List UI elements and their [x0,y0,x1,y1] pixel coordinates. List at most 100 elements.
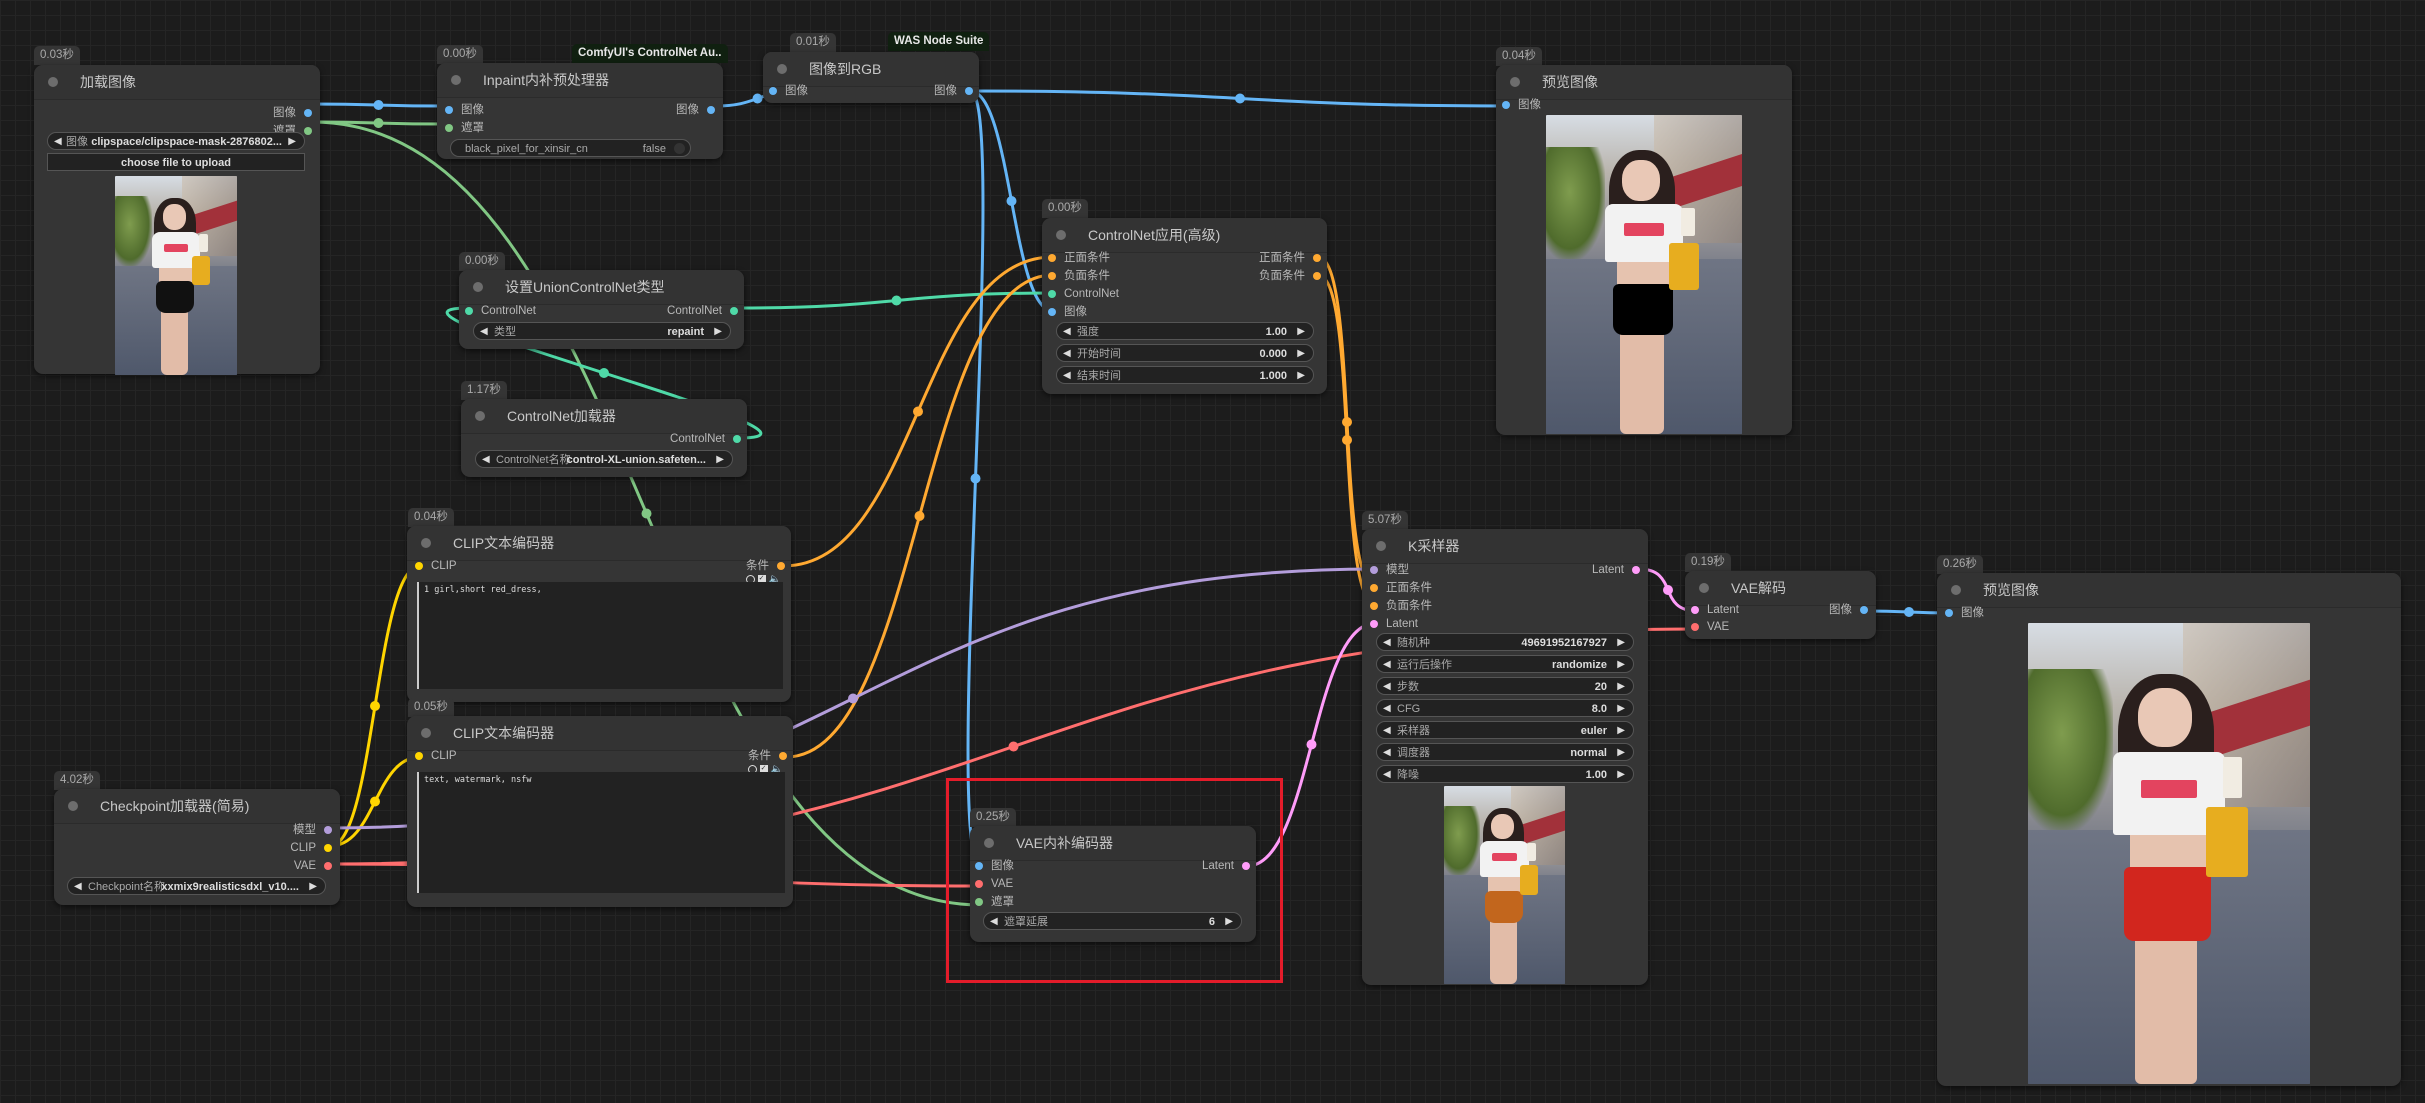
input-slot-positive[interactable]: 正面条件 [1048,250,1110,266]
wire-midpoint-handle[interactable] [891,295,902,306]
steps-widget[interactable]: ◀ 步数 20 ▶ [1376,677,1634,695]
node-title[interactable]: CLIP文本编码器 [407,526,791,561]
wire-midpoint-handle[interactable] [913,406,923,417]
input-slot-clip[interactable]: CLIP [415,558,457,574]
output-slot-image[interactable]: 图像 [273,105,312,121]
node-title[interactable]: CLIP文本编码器 [407,716,793,751]
wire-midpoint-handle[interactable] [914,511,925,521]
input-slot-latent[interactable]: Latent [1691,602,1739,618]
strength-widget[interactable]: ◀ 强度 1.00 ▶ [1056,322,1314,340]
node-controlnet-loader[interactable]: ControlNet加载器 ControlNet ◀ ControlNet名称 c… [461,399,747,477]
seed-widget[interactable]: ◀ 随机种 49691952167927 ▶ [1376,633,1634,651]
node-vae-decode[interactable]: VAE解码 Latent VAE 图像 [1685,571,1876,639]
collapse-dot-icon[interactable] [421,538,431,548]
controlnet-name-select-widget[interactable]: ◀ ControlNet名称 control-XL-union.safeten..… [475,450,733,468]
node-title[interactable]: Checkpoint加载器(简易) [54,789,340,824]
input-slot-vae[interactable]: VAE [1691,619,1729,635]
input-slot-model[interactable]: 模型 [1370,562,1409,578]
node-title[interactable]: 预览图像 [1937,573,2401,608]
output-slot-image[interactable]: 图像 [1829,602,1868,618]
wire-midpoint-handle[interactable] [848,693,858,704]
output-slot-conditioning[interactable]: 条件 [748,748,787,764]
node-clip-text-encode-positive[interactable]: CLIP文本编码器 CLIP 条件 ✓ 🔈 1 girl,short red_dr… [407,526,791,702]
wire-midpoint-handle[interactable] [752,93,763,104]
input-slot-negative[interactable]: 负面条件 [1370,598,1432,614]
collapse-dot-icon[interactable] [1376,541,1386,551]
control-after-generate-widget[interactable]: ◀ 运行后操作 randomize ▶ [1376,655,1634,673]
input-slot-negative[interactable]: 负面条件 [1048,268,1110,284]
node-clip-text-encode-negative[interactable]: CLIP文本编码器 CLIP 条件 ✓ 🔈 text, watermark, ns… [407,716,793,907]
node-inpaint-preprocessor[interactable]: Inpaint内补预处理器 图像 遮罩 图像 black_pixel_for_x… [437,63,723,159]
node-title[interactable]: 加载图像 [34,65,320,100]
choose-file-upload-button[interactable]: choose file to upload [47,153,305,171]
wire-midpoint-handle[interactable] [1306,739,1317,750]
wire-midpoint-handle[interactable] [370,701,380,711]
prompt-textarea[interactable]: text, watermark, nsfw [417,772,785,893]
cfg-widget[interactable]: ◀ CFG 8.0 ▶ [1376,699,1634,717]
collapse-dot-icon[interactable] [473,282,483,292]
collapse-dot-icon[interactable] [475,411,485,421]
input-slot-image[interactable]: 图像 [769,83,808,99]
node-title[interactable]: 设置UnionControlNet类型 [459,270,744,305]
sampler-widget[interactable]: ◀ 采样器 euler ▶ [1376,721,1634,739]
output-slot-clip[interactable]: CLIP [290,840,332,856]
node-checkpoint-loader[interactable]: Checkpoint加载器(简易) 模型 CLIP VAE ◀ Checkpoin… [54,789,340,905]
wire-midpoint-handle[interactable] [1008,741,1019,752]
collapse-dot-icon[interactable] [48,77,58,87]
node-title[interactable]: ControlNet应用(高级) [1042,218,1327,253]
black-pixel-toggle[interactable]: black_pixel_for_xinsir_cn false [450,139,691,157]
node-title[interactable]: ControlNet加载器 [461,399,747,434]
node-preview-image-2[interactable]: 预览图像 图像 [1937,573,2401,1086]
node-image-to-rgb[interactable]: 图像到RGB 图像 图像 [763,52,979,103]
wire-midpoint-handle[interactable] [599,368,609,378]
input-slot-controlnet[interactable]: ControlNet [465,303,536,319]
input-slot-image[interactable]: 图像 [1502,97,1541,113]
wire-midpoint-handle[interactable] [373,118,384,128]
input-slot-latent[interactable]: Latent [1370,616,1418,632]
input-slot-positive[interactable]: 正面条件 [1370,580,1432,596]
wire-midpoint-handle[interactable] [1904,607,1914,617]
wire-midpoint-handle[interactable] [641,508,652,519]
node-title[interactable]: 图像到RGB [763,52,979,87]
collapse-dot-icon[interactable] [421,728,431,738]
node-load-image[interactable]: 加载图像 图像 遮罩 ◀ 图像 clipspace/clipspace-mask… [34,65,320,375]
node-title[interactable]: Inpaint内补预处理器 [437,63,723,98]
collapse-dot-icon[interactable] [777,64,787,74]
image-select-widget[interactable]: ◀ 图像 clipspace/clipspace-mask-2876802...… [47,132,305,150]
wire-midpoint-handle[interactable] [370,796,380,807]
input-slot-mask[interactable]: 遮罩 [445,120,484,136]
type-select-widget[interactable]: ◀ 类型 repaint ▶ [473,322,731,340]
output-slot-vae[interactable]: VAE [294,858,332,874]
output-slot-negative[interactable]: 负面条件 [1259,268,1321,284]
start-percent-widget[interactable]: ◀ 开始时间 0.000 ▶ [1056,344,1314,362]
collapse-dot-icon[interactable] [1056,230,1066,240]
node-preview-image-1[interactable]: 预览图像 图像 [1496,65,1792,435]
collapse-dot-icon[interactable] [1699,583,1709,593]
node-title[interactable]: VAE解码 [1685,571,1876,606]
output-slot-image[interactable]: 图像 [676,102,715,118]
checkpoint-name-select-widget[interactable]: ◀ Checkpoint名称 xxmix9realisticsdxl_v10....… [67,877,326,895]
node-ksampler[interactable]: K采样器 模型 正面条件 负面条件 Latent Latent ◀ 随机种 4969… [1362,529,1648,985]
wire-midpoint-handle[interactable] [1006,196,1017,206]
collapse-dot-icon[interactable] [451,75,461,85]
input-slot-clip[interactable]: CLIP [415,748,457,764]
node-title[interactable]: 预览图像 [1496,65,1792,100]
wire-midpoint-handle[interactable] [1342,435,1352,445]
input-slot-image[interactable]: 图像 [1048,304,1087,320]
wire-midpoint-handle[interactable] [1663,585,1673,595]
output-slot-image[interactable]: 图像 [934,83,973,99]
collapse-dot-icon[interactable] [1510,77,1520,87]
output-slot-latent[interactable]: Latent [1592,562,1640,578]
input-slot-controlnet[interactable]: ControlNet [1048,286,1119,302]
output-slot-contronet[interactable]: ControlNet [670,431,741,447]
node-controlnet-apply-advanced[interactable]: ControlNet应用(高级) 正面条件 负面条件 ControlNet 图像… [1042,218,1327,394]
wire-midpoint-handle[interactable] [373,100,384,110]
output-slot-model[interactable]: 模型 [293,822,332,838]
output-slot-conditioning[interactable]: 条件 [746,558,785,574]
scheduler-widget[interactable]: ◀ 调度器 normal ▶ [1376,743,1634,761]
denoise-widget[interactable]: ◀ 降噪 1.00 ▶ [1376,765,1634,783]
output-slot-controlnet[interactable]: ControlNet [667,303,738,319]
end-percent-widget[interactable]: ◀ 结束时间 1.000 ▶ [1056,366,1314,384]
node-set-union-controlnet-type[interactable]: 设置UnionControlNet类型 ControlNet ControlNe… [459,270,744,349]
collapse-dot-icon[interactable] [1951,585,1961,595]
